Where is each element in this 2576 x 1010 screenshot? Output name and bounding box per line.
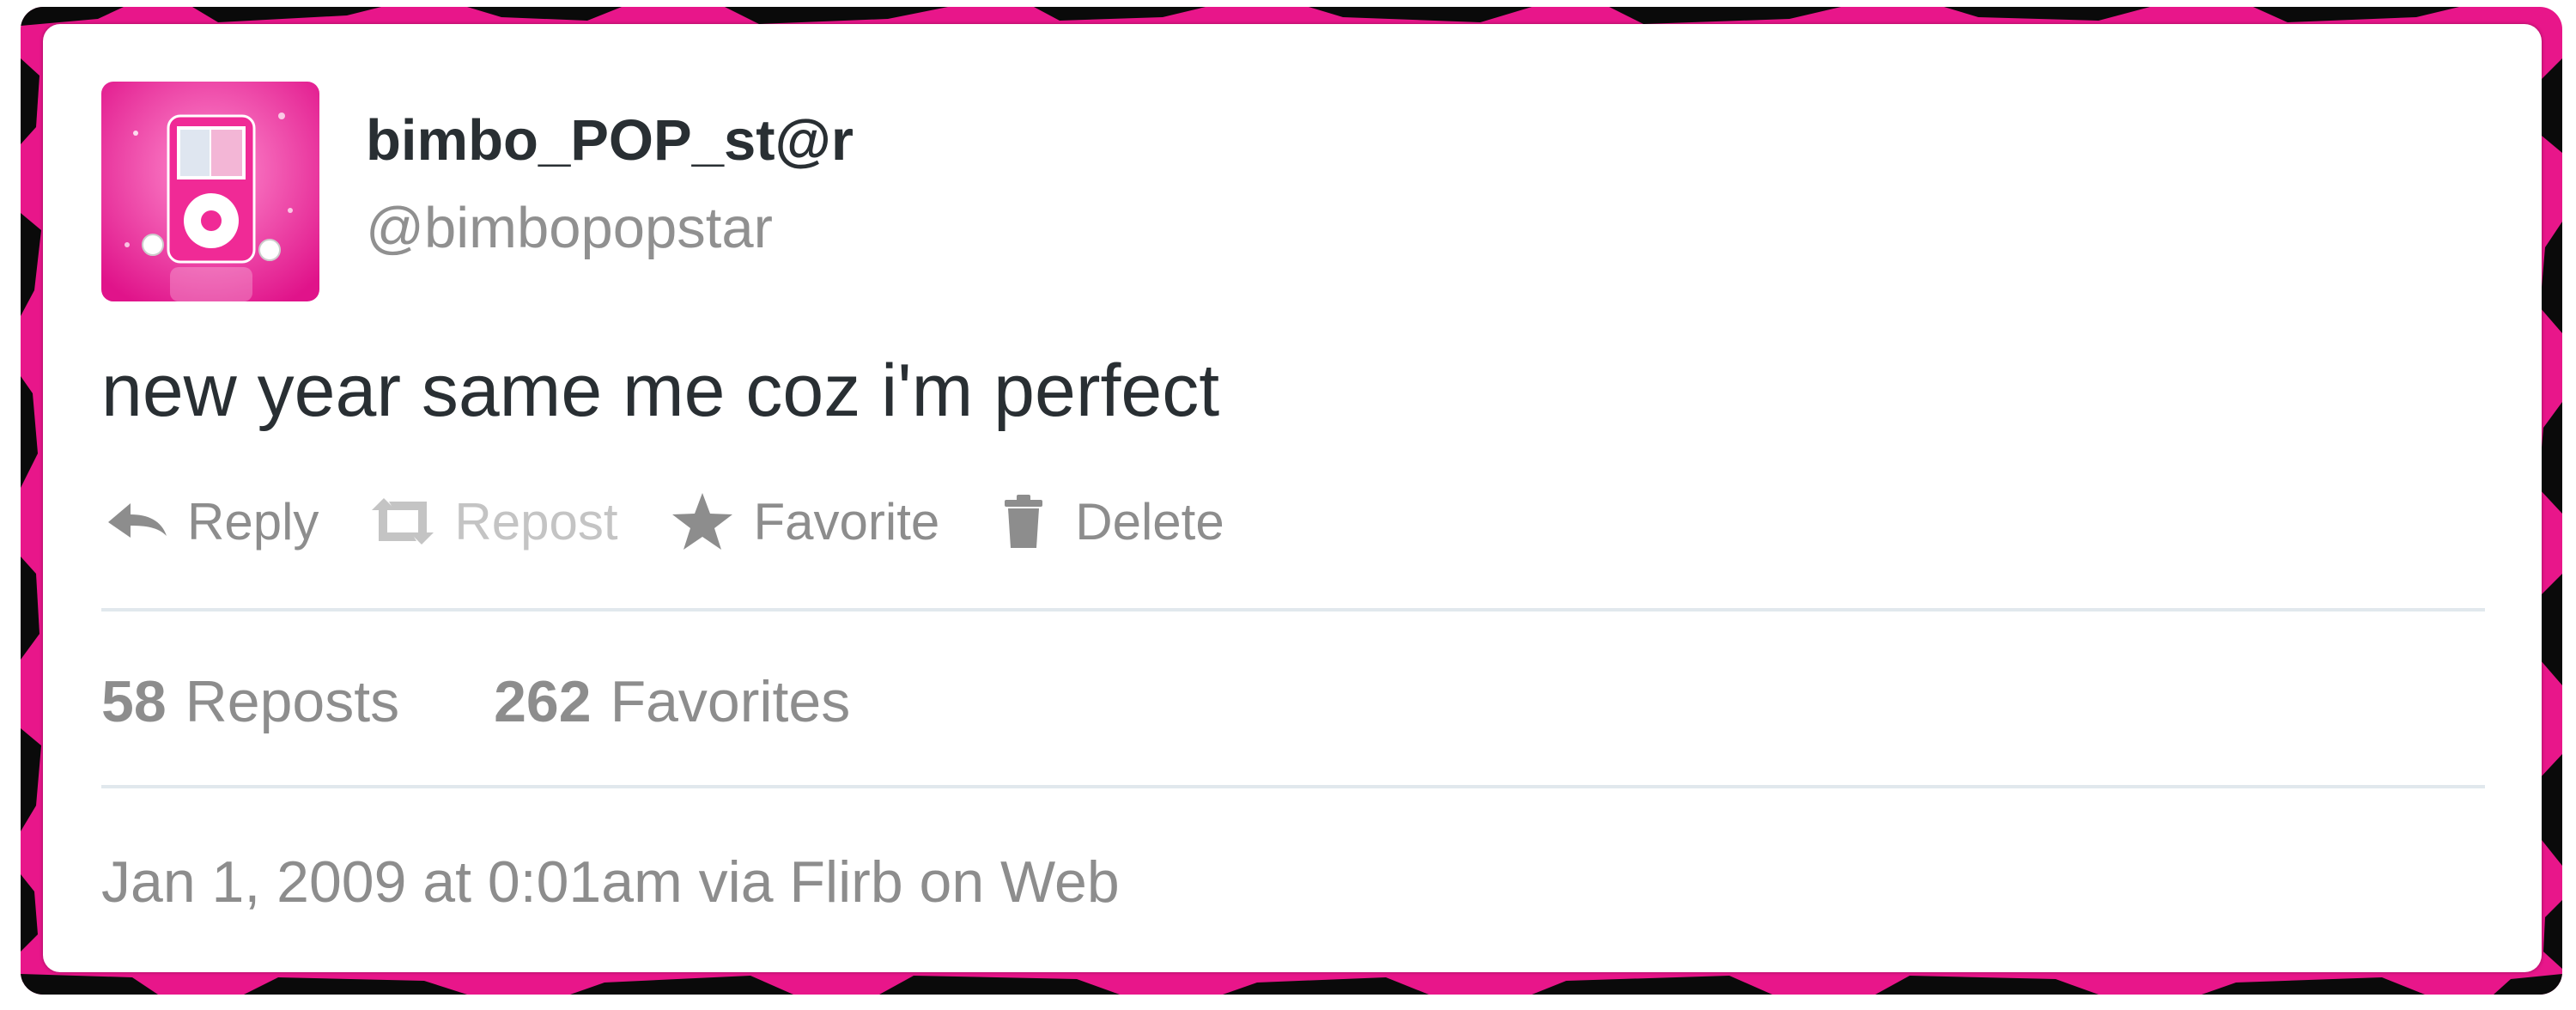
tweet-stats: 58 Reposts 262 Favorites [101,668,945,735]
favorites-stat[interactable]: 262 Favorites [494,668,850,735]
divider-bottom [101,785,2485,788]
user-handle[interactable]: @bimbopopstar [366,199,773,257]
tweet-actions: Reply Repost Favorite Delete [101,491,1274,551]
delete-button[interactable]: Delete [989,491,1224,551]
favorites-count: 262 [494,669,592,734]
star-icon [668,491,737,551]
display-name[interactable]: bimbo_POP_st@r [366,112,854,169]
favorite-button[interactable]: Favorite [668,491,940,551]
pink-mp3-player-avatar-icon [101,82,319,301]
divider-top [101,608,2485,611]
reply-button[interactable]: Reply [101,491,319,551]
favorite-label: Favorite [753,492,940,551]
trash-icon [989,491,1058,551]
reposts-stat[interactable]: 58 Reposts [101,668,399,735]
repost-icon [368,491,437,551]
favorites-label: Favorites [610,669,851,734]
reposts-count: 58 [101,669,167,734]
tweet-timestamp: Jan 1, 2009 at 0:01am via Flirb on Web [101,849,1120,915]
reply-icon [101,491,170,551]
repost-label: Repost [454,492,618,551]
delete-label: Delete [1075,492,1224,551]
tweet-text: new year same me coz i'm perfect [101,350,1220,432]
page: bimbo_POP_st@r @bimbopopstar new year sa… [0,0,2576,1010]
repost-button[interactable]: Repost [368,491,618,551]
avatar[interactable] [101,82,319,301]
reply-label: Reply [187,492,319,551]
reposts-label: Reposts [185,669,400,734]
